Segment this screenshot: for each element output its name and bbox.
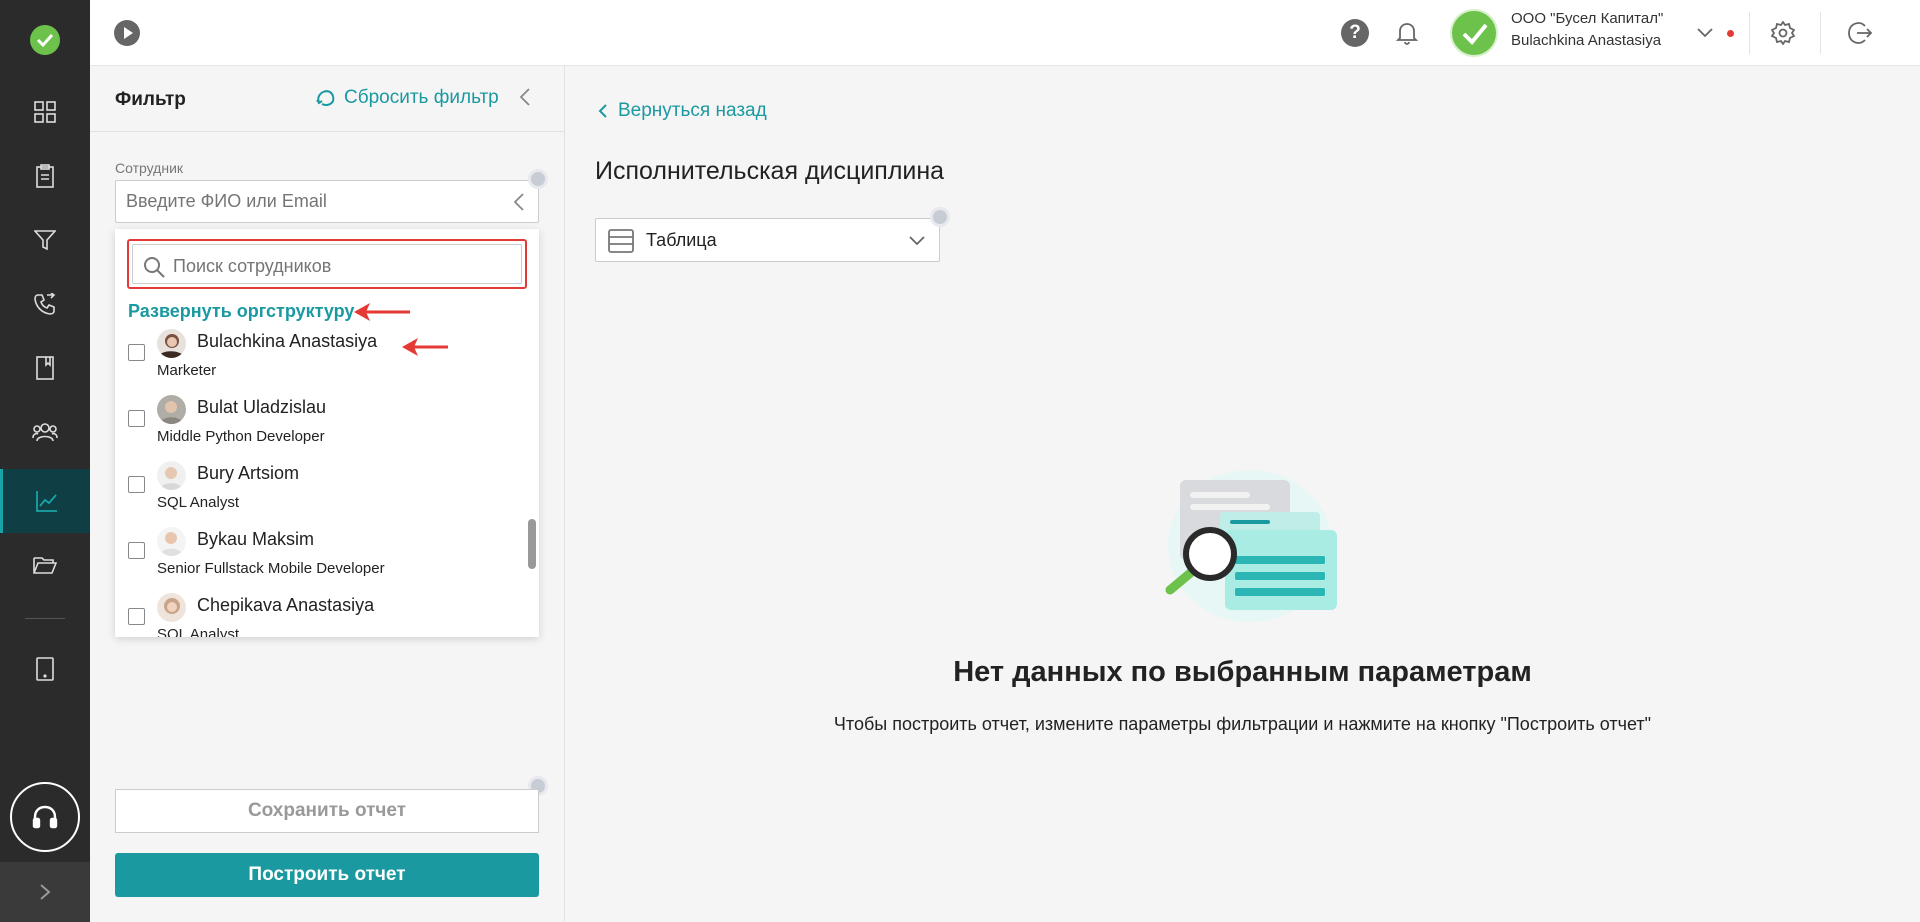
expand-nav-chevron-icon[interactable]: [0, 862, 90, 922]
employee-position: Senior Fullstack Mobile Developer: [157, 560, 385, 577]
employee-input[interactable]: [116, 181, 476, 222]
chevron-down-icon[interactable]: [1690, 18, 1720, 48]
employee-search-input[interactable]: [173, 249, 513, 283]
avatar: [157, 329, 186, 358]
employee-label: Сотрудник: [115, 160, 184, 176]
reports-chart-icon[interactable]: [0, 469, 90, 533]
employee-position: SQL Analyst: [157, 626, 239, 637]
employee-name: Chepikava Anastasiya: [197, 595, 375, 615]
help-icon[interactable]: ?: [1340, 18, 1370, 48]
avatar: [157, 593, 186, 622]
chevron-left-icon: [598, 104, 607, 118]
chevron-down-icon: [909, 233, 925, 251]
list-item[interactable]: Bykau Maksim Senior Fullstack Mobile Dev…: [115, 527, 525, 593]
chevron-left-icon[interactable]: [513, 193, 524, 216]
save-report-button[interactable]: Сохранить отчет: [115, 789, 539, 833]
clear-dot-button[interactable]: [930, 207, 950, 227]
notification-dot: [1727, 30, 1734, 37]
bell-icon[interactable]: [1392, 18, 1422, 48]
avatar: [157, 395, 186, 424]
employee-select[interactable]: [115, 180, 539, 223]
dashboard-icon[interactable]: [0, 80, 90, 144]
list-item[interactable]: Chepikava Anastasiya SQL Analyst: [115, 593, 525, 637]
employee-search[interactable]: [127, 239, 527, 289]
back-link[interactable]: Вернуться назад: [598, 100, 767, 122]
employee-name: Bulachkina Anastasiya: [197, 331, 378, 351]
company-avatar[interactable]: [1450, 9, 1498, 57]
filter-panel: Фильтр Сбросить фильтр Сотрудник Разверн…: [90, 66, 565, 922]
list-item[interactable]: Bulachkina Anastasiya Marketer: [115, 329, 525, 395]
employee-name: Bury Artsiom: [197, 463, 300, 483]
refresh-icon: [316, 90, 335, 106]
annotation-arrow-icon: [354, 303, 410, 321]
view-select[interactable]: Таблица: [595, 218, 940, 262]
avatar: [157, 461, 186, 490]
annotation-arrow-icon: [402, 338, 448, 356]
header-divider: [1820, 12, 1821, 54]
scrollbar-thumb[interactable]: [528, 519, 536, 569]
empty-search-illustration-icon: [1165, 470, 1337, 622]
reset-filter-label: Сбросить фильтр: [344, 87, 499, 108]
folder-icon[interactable]: [0, 533, 90, 597]
employee-checkbox[interactable]: [128, 476, 145, 493]
top-header: ? ООО "Бусел Капитал" Bulachkina Anastas…: [90, 0, 1920, 66]
employee-checkbox[interactable]: [128, 608, 145, 625]
main-nav: [0, 0, 90, 922]
user-name[interactable]: Bulachkina Anastasiya: [1511, 32, 1661, 49]
company-name[interactable]: ООО "Бусел Капитал": [1511, 10, 1663, 27]
employee-checkbox[interactable]: [128, 410, 145, 427]
build-report-button[interactable]: Построить отчет: [115, 853, 539, 897]
page-title: Исполнительская дисциплина: [595, 157, 945, 185]
table-icon: [608, 229, 634, 258]
filter-header: Фильтр Сбросить фильтр: [90, 66, 565, 132]
expand-orgstructure-link[interactable]: Развернуть оргструктуру: [128, 301, 354, 322]
filter-title: Фильтр: [115, 89, 186, 110]
support-headset-icon[interactable]: [10, 782, 80, 852]
book-icon[interactable]: [0, 336, 90, 400]
employee-position: Marketer: [157, 362, 217, 379]
header-divider: [1749, 12, 1750, 54]
employee-checkbox[interactable]: [128, 344, 145, 361]
search-icon: [143, 256, 165, 283]
reset-filter-button[interactable]: Сбросить фильтр: [316, 87, 499, 109]
employee-position: SQL Analyst: [157, 494, 239, 511]
tasks-icon[interactable]: [0, 144, 90, 208]
nav-divider: [25, 618, 65, 619]
empty-state-text: Чтобы построить отчет, измените параметр…: [833, 714, 1652, 734]
play-icon[interactable]: [114, 20, 140, 46]
employee-name: Bykau Maksim: [197, 529, 315, 549]
empty-state-title: Нет данных по выбранным параметрам: [953, 656, 1532, 688]
phone-icon[interactable]: [0, 272, 90, 336]
filter-funnel-icon[interactable]: [0, 208, 90, 272]
employee-dropdown: Развернуть оргструктуру Bulachkina Anast…: [115, 229, 539, 637]
back-label: Вернуться назад: [618, 100, 767, 121]
gear-icon[interactable]: [1768, 18, 1798, 48]
employee-position: Middle Python Developer: [157, 428, 325, 445]
employee-list: Bulachkina Anastasiya Marketer Bulat Ula…: [115, 329, 525, 637]
employee-name: Bulat Uladzislau: [197, 397, 327, 417]
users-icon[interactable]: [0, 400, 90, 464]
logout-icon[interactable]: [1845, 18, 1875, 48]
logo-icon[interactable]: [30, 25, 60, 55]
list-scrollbar[interactable]: [527, 329, 537, 637]
list-item[interactable]: Bury Artsiom SQL Analyst: [115, 461, 525, 527]
avatar: [157, 527, 186, 556]
list-item[interactable]: Bulat Uladzislau Middle Python Developer: [115, 395, 525, 461]
employee-checkbox[interactable]: [128, 542, 145, 559]
collapse-panel-chevron-icon[interactable]: [519, 88, 530, 111]
view-select-value: Таблица: [646, 230, 717, 250]
clear-dot-button[interactable]: [528, 169, 548, 189]
